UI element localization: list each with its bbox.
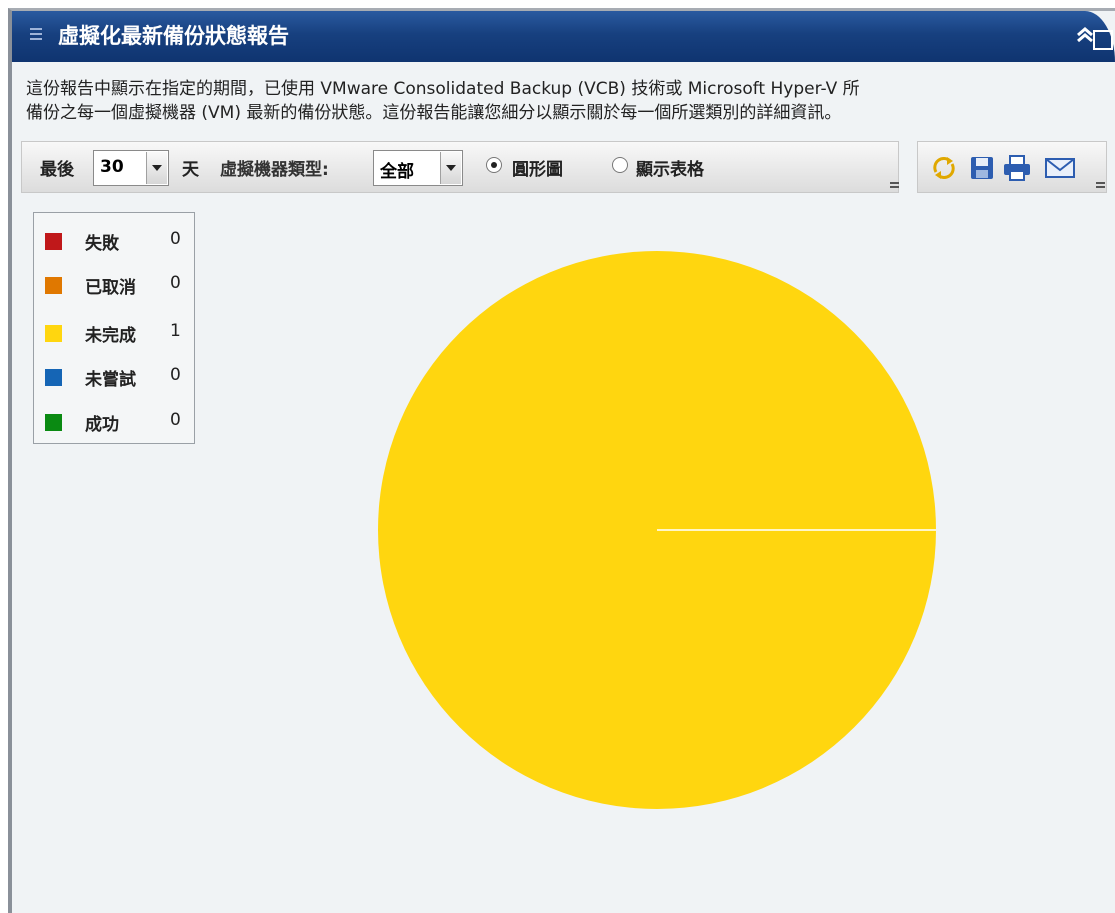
report-panel: 虛擬化最新備份狀態報告 這份報告中顯示在指定的期間，已使用 VMware Con… [8, 8, 1115, 913]
pie-chart[interactable] [12, 11, 1112, 911]
